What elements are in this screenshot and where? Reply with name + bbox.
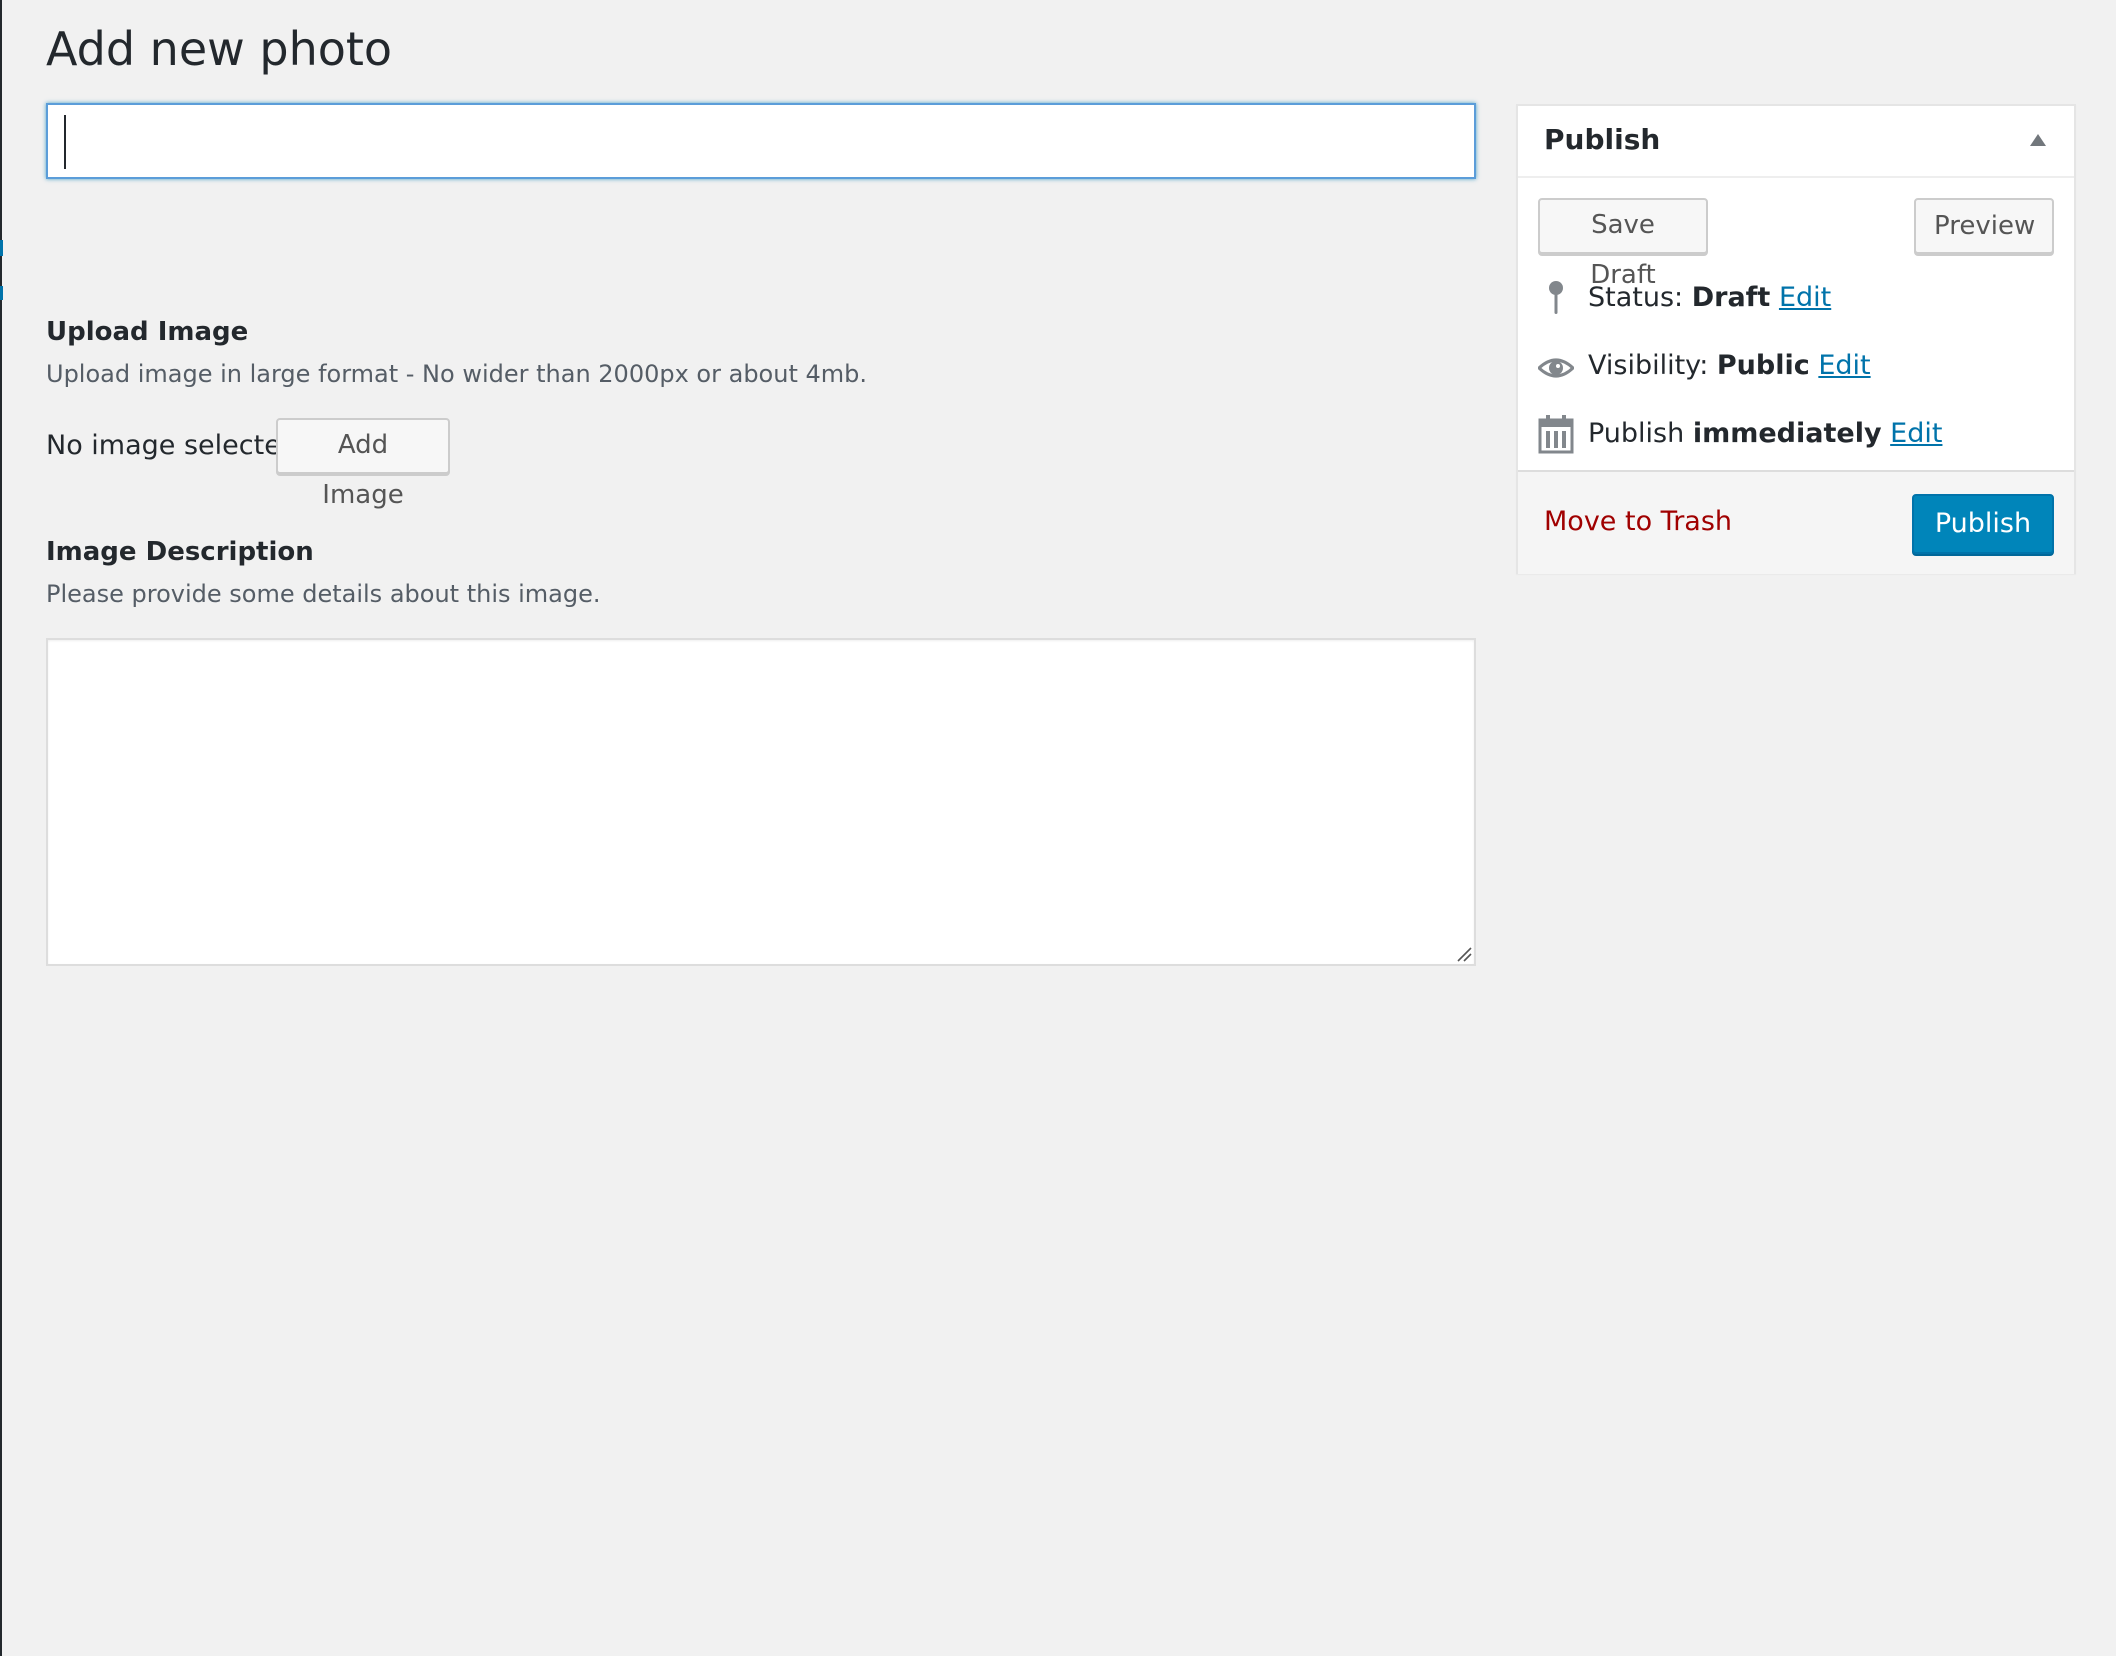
pin-icon: [1549, 281, 1563, 314]
image-description-help: Please provide some details about this i…: [46, 580, 601, 608]
publish-box-header: Publish: [1518, 106, 2074, 178]
schedule-value: immediately: [1692, 418, 1882, 449]
publish-box-title: Publish: [1544, 123, 1661, 156]
resize-grip-icon[interactable]: [1456, 946, 1472, 962]
admin-menu-indicator: [0, 240, 3, 256]
page-title: Add new photo: [46, 22, 393, 76]
publish-actions: Move to Trash Publish: [1518, 470, 2074, 574]
publish-button[interactable]: Publish: [1912, 494, 2054, 554]
publish-box: Publish Save Draft Preview Status: Draft…: [1516, 104, 2076, 574]
status-row: Status: Draft Edit: [1538, 276, 2058, 320]
collapse-toggle-icon[interactable]: [2030, 134, 2046, 146]
image-description-heading: Image Description: [46, 537, 314, 567]
edit-visibility-link[interactable]: Edit: [1818, 350, 1870, 381]
visibility-row: Visibility: Public Edit: [1538, 344, 2058, 388]
status-label: Status:: [1588, 282, 1684, 313]
move-to-trash-link[interactable]: Move to Trash: [1544, 502, 1732, 542]
schedule-label: Publish: [1588, 418, 1685, 449]
status-value: Draft: [1691, 282, 1771, 313]
admin-menu-indicator: [0, 286, 3, 300]
add-image-button[interactable]: Add Image: [276, 418, 450, 510]
edit-schedule-link[interactable]: Edit: [1890, 418, 1942, 449]
upload-image-description: Upload image in large format - No wider …: [46, 360, 867, 388]
text-caret: [64, 115, 66, 169]
schedule-row: Publish immediately Edit: [1538, 412, 2058, 456]
preview-button[interactable]: Preview: [1914, 198, 2054, 254]
schedule-text: Publish immediately Edit: [1588, 412, 1942, 456]
save-draft-button[interactable]: Save Draft: [1538, 198, 1708, 290]
image-description-textarea[interactable]: [46, 638, 1476, 966]
title-input[interactable]: [46, 103, 1476, 179]
upload-image-heading: Upload Image: [46, 317, 249, 347]
status-text: Status: Draft Edit: [1588, 276, 1831, 320]
visibility-text: Visibility: Public Edit: [1588, 344, 1871, 388]
visibility-value: Public: [1716, 350, 1810, 381]
visibility-label: Visibility:: [1588, 350, 1709, 381]
edit-status-link[interactable]: Edit: [1779, 282, 1831, 313]
no-image-selected-text: No image selected: [46, 430, 298, 461]
calendar-icon: [1538, 415, 1574, 454]
eye-icon: [1538, 358, 1574, 378]
